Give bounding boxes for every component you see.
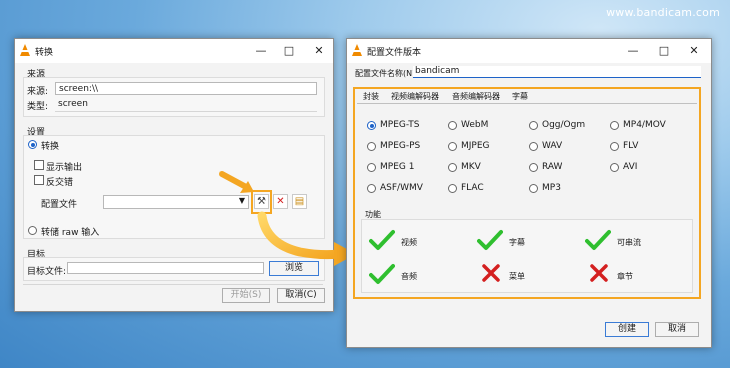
close-icon[interactable]: ✕	[311, 43, 327, 59]
profile-name-value: bandicam	[415, 66, 460, 76]
vlc-cone-icon	[20, 44, 30, 56]
container-radio-mpeg-ts[interactable]	[367, 121, 376, 130]
check-icon-video	[369, 230, 395, 250]
container-radio-mjpeg[interactable]	[448, 142, 457, 151]
container-label-mp4: MP4/MOV	[623, 120, 666, 130]
container-label-flac: FLAC	[461, 183, 484, 193]
deinterlace-checkbox[interactable]	[34, 175, 44, 185]
profile-label: 配置文件	[41, 200, 78, 210]
container-label-webm: WebM	[461, 120, 489, 130]
feature-label-subtitles: 字幕	[509, 238, 525, 247]
source-label: 来源:	[27, 87, 49, 97]
container-radio-mpeg1[interactable]	[367, 163, 376, 172]
convert-window: 转换 — □ ✕ 来源 来源: screen:\\ 类型: screen 设置 …	[14, 38, 334, 312]
container-label-mp3: MP3	[542, 183, 561, 193]
start-button[interactable]: 开始(S)	[222, 288, 270, 303]
footer-divider	[23, 284, 323, 285]
dump-raw-label: 转储 raw 输入	[41, 228, 100, 238]
minimize-icon[interactable]: —	[625, 43, 641, 59]
profile-name-input[interactable]: bandicam	[413, 66, 701, 78]
container-radio-mkv[interactable]	[448, 163, 457, 172]
watermark-text: www.bandicam.com	[606, 6, 720, 19]
tab-subtitles[interactable]: 字幕	[512, 91, 528, 103]
feature-label-video: 视频	[401, 238, 417, 247]
container-radio-ogg[interactable]	[529, 121, 538, 130]
container-label-ogg: Ogg/Ogm	[542, 120, 586, 130]
tab-video-codec[interactable]: 视频编解码器	[391, 91, 439, 103]
container-label-mpeg-ps: MPEG-PS	[380, 141, 421, 151]
tab-underline	[357, 103, 697, 104]
source-divider	[55, 111, 317, 112]
new-profile-icon: ▤	[294, 196, 305, 207]
container-radio-mp3[interactable]	[529, 184, 538, 193]
minimize-icon[interactable]: —	[253, 43, 269, 59]
tab-audio-codec[interactable]: 音频编解码器	[452, 91, 500, 103]
source-value: screen:\\	[59, 84, 99, 94]
container-radio-mpeg-ps[interactable]	[367, 142, 376, 151]
container-label-mkv: MKV	[461, 162, 481, 172]
container-radio-flac[interactable]	[448, 184, 457, 193]
cross-icon-menu	[482, 264, 500, 282]
container-radio-flv[interactable]	[610, 142, 619, 151]
type-value: screen	[58, 99, 88, 109]
container-radio-wav[interactable]	[529, 142, 538, 151]
convert-titlebar: 转换 — □ ✕	[15, 39, 333, 63]
edit-profile-button[interactable]: ⚒	[254, 194, 269, 209]
show-output-checkbox[interactable]	[34, 160, 44, 170]
browse-button[interactable]: 浏览	[269, 261, 319, 276]
container-label-avi: AVI	[623, 162, 638, 172]
feature-label-audio: 音频	[401, 272, 417, 281]
check-icon-streamable	[585, 230, 611, 250]
container-radio-mp4[interactable]	[610, 121, 619, 130]
convert-label: 转换	[41, 142, 60, 152]
profile-titlebar: 配置文件版本 — □ ✕	[347, 39, 711, 63]
deinterlace-label: 反交错	[46, 178, 74, 188]
check-icon-audio	[369, 264, 395, 284]
container-label-asf: ASF/WMV	[380, 183, 423, 193]
container-label-flv: FLV	[623, 141, 639, 151]
profile-name-label: 配置文件名称(N)	[355, 69, 416, 78]
maximize-icon[interactable]: □	[656, 43, 672, 59]
show-output-label: 显示输出	[46, 163, 83, 173]
container-label-mjpeg: MJPEG	[461, 141, 490, 151]
delete-profile-button[interactable]: ✕	[273, 194, 288, 209]
container-label-wav: WAV	[542, 141, 563, 151]
tab-panel-highlight: 封装 视频编解码器 音频编解码器 字幕 MPEG-TS WebM Ogg/Ogm…	[353, 87, 701, 299]
vlc-cone-icon	[352, 44, 362, 56]
feature-label-menu: 菜单	[509, 272, 525, 281]
new-profile-button[interactable]: ▤	[292, 194, 307, 209]
window-title: 转换	[35, 48, 54, 58]
chevron-down-icon: ▼	[238, 196, 245, 205]
profile-select[interactable]: ▼	[103, 195, 249, 209]
convert-radio[interactable]	[28, 140, 37, 149]
container-radio-asf[interactable]	[367, 184, 376, 193]
window-title: 配置文件版本	[367, 48, 422, 58]
cancel-button[interactable]: 取消(C)	[277, 288, 325, 303]
type-label: 类型:	[27, 102, 49, 112]
container-label-mpeg-ts: MPEG-TS	[380, 120, 420, 130]
maximize-icon[interactable]: □	[281, 43, 297, 59]
cancel-button[interactable]: 取消	[655, 322, 699, 337]
feature-label-streamable: 可串流	[617, 238, 641, 247]
feature-label-chapters: 章节	[617, 272, 633, 281]
delete-x-icon: ✕	[276, 196, 285, 207]
target-file-input[interactable]	[67, 262, 264, 274]
container-label-raw: RAW	[542, 162, 563, 172]
target-file-label: 目标文件:	[27, 267, 67, 277]
check-icon-subtitles	[477, 230, 503, 250]
cross-icon-chapters	[590, 264, 608, 282]
close-icon[interactable]: ✕	[686, 43, 702, 59]
dump-raw-radio[interactable]	[28, 226, 37, 235]
container-radio-webm[interactable]	[448, 121, 457, 130]
tab-encapsulation[interactable]: 封装	[363, 91, 379, 103]
container-radio-raw[interactable]	[529, 163, 538, 172]
create-button[interactable]: 创建	[605, 322, 649, 337]
source-field[interactable]: screen:\\	[55, 82, 317, 95]
tab-bar: 封装 视频编解码器 音频编解码器 字幕	[361, 91, 661, 103]
profile-window: 配置文件版本 — □ ✕ 配置文件名称(N) bandicam 封装 视频编解码…	[346, 38, 712, 348]
wrench-icon: ⚒	[257, 196, 266, 207]
container-label-mpeg1: MPEG 1	[380, 162, 415, 172]
container-radio-avi[interactable]	[610, 163, 619, 172]
